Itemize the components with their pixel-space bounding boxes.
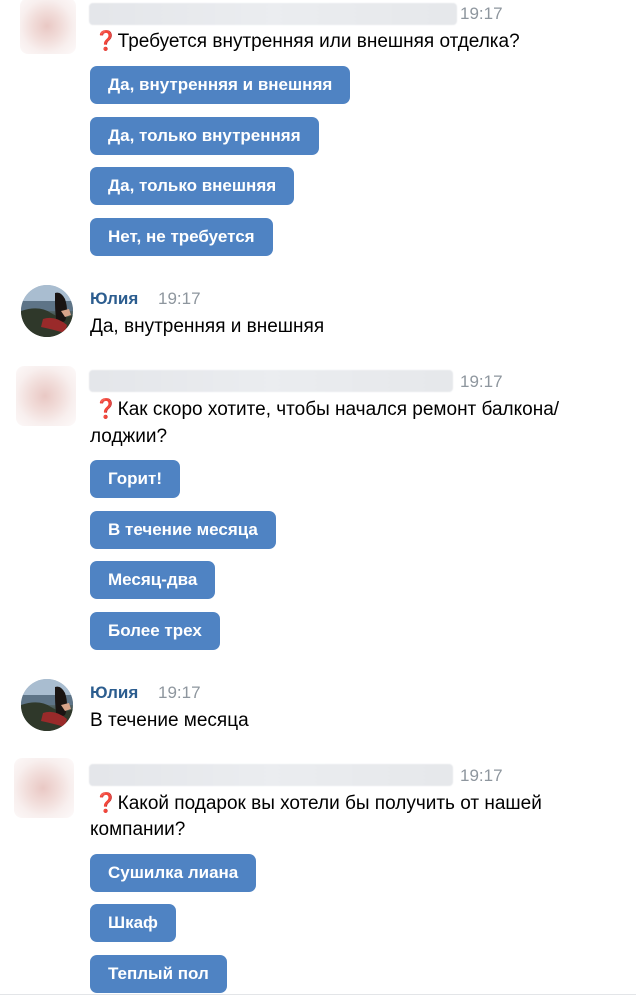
sender-name[interactable]: Юлия — [90, 289, 138, 309]
reply-button[interactable]: Шкаф — [90, 904, 176, 942]
message-text: ❓Какой подарок вы хотели бы получить от … — [94, 790, 542, 817]
question-mark-icon: ❓ — [94, 31, 118, 52]
message-time: 19:17 — [158, 289, 201, 308]
bot-sender-name-blurred[interactable] — [89, 764, 453, 786]
divider — [0, 994, 636, 995]
reply-button[interactable]: Теплый пол — [90, 955, 227, 993]
bot-sender-name-blurred[interactable] — [89, 370, 453, 392]
message-time: 19:17 — [460, 372, 503, 391]
message-text: В течение месяца — [90, 710, 249, 731]
message-time: 19:17 — [460, 766, 503, 785]
reply-button[interactable]: Да, только внешняя — [90, 167, 295, 205]
avatar-photo-image — [21, 679, 73, 731]
bot-sender-name-blurred[interactable] — [89, 3, 457, 25]
reply-button[interactable]: Горит! — [90, 460, 180, 498]
message-text-content: Требуется внутренняя или внешняя отделка… — [117, 31, 520, 52]
reply-button[interactable]: Более трех — [90, 612, 220, 650]
message-text-line2: лоджии? — [90, 426, 168, 447]
question-mark-icon: ❓ — [94, 399, 118, 420]
bot-avatar[interactable] — [16, 366, 76, 426]
reply-button[interactable]: Нет, не требуется — [90, 218, 273, 256]
reply-button[interactable]: Месяц-два — [90, 561, 216, 599]
message-text: ❓Как скоро хотите, чтобы начался ремонт … — [94, 396, 559, 423]
bot-avatar[interactable] — [20, 0, 76, 54]
message-text-line1: Как скоро хотите, чтобы начался ремонт б… — [117, 399, 560, 420]
bot-avatar[interactable] — [14, 758, 74, 818]
user-avatar[interactable] — [21, 679, 73, 731]
reply-button[interactable]: Да, внутренняя и внешняя — [90, 66, 351, 104]
avatar-photo-image — [21, 285, 73, 337]
message-time: 19:17 — [158, 683, 201, 702]
reply-button[interactable]: Да, только внутренняя — [90, 117, 319, 155]
message-text-line1: Какой подарок вы хотели бы получить от н… — [117, 793, 542, 814]
sender-name[interactable]: Юлия — [90, 683, 138, 703]
message-time: 19:17 — [460, 4, 503, 23]
message-text-line2: компании? — [90, 819, 186, 840]
user-avatar[interactable] — [21, 285, 73, 337]
reply-button[interactable]: Сушилка лиана — [90, 854, 257, 892]
message-text: Да, внутренняя и внешняя — [90, 316, 325, 337]
message-text: ❓Требуется внутренняя или внешняя отделк… — [94, 28, 520, 55]
reply-button[interactable]: В течение месяца — [90, 511, 276, 549]
question-mark-icon: ❓ — [94, 793, 118, 814]
